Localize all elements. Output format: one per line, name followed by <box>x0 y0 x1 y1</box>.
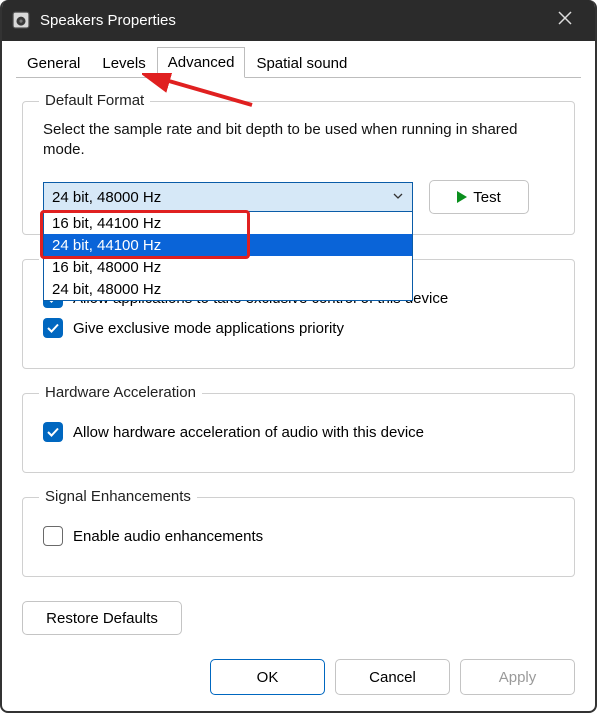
exclusive-priority-row[interactable]: Give exclusive mode applications priorit… <box>43 318 554 338</box>
signal-enhancements-legend: Signal Enhancements <box>39 488 197 505</box>
test-button-label: Test <box>473 189 501 206</box>
chevron-down-icon <box>392 189 404 206</box>
tab-general[interactable]: General <box>16 48 91 78</box>
default-format-group: Default Format Select the sample rate an… <box>22 101 575 236</box>
speakers-properties-window: Speakers Properties General Levels Advan… <box>0 0 597 713</box>
allow-hw-accel-checkbox[interactable] <box>43 422 63 442</box>
speaker-icon <box>12 11 30 29</box>
default-format-legend: Default Format <box>39 92 150 109</box>
format-option-0[interactable]: 16 bit, 44100 Hz <box>44 212 412 234</box>
format-select-value: 24 bit, 48000 Hz <box>52 189 161 206</box>
dialog-footer: OK Cancel Apply <box>2 649 595 711</box>
test-button[interactable]: Test <box>429 180 529 214</box>
allow-hw-accel-label: Allow hardware acceleration of audio wit… <box>73 424 424 441</box>
hardware-acceleration-legend: Hardware Acceleration <box>39 384 202 401</box>
default-format-description: Select the sample rate and bit depth to … <box>43 120 554 161</box>
tab-levels[interactable]: Levels <box>91 48 156 78</box>
hardware-acceleration-group: Hardware Acceleration Allow hardware acc… <box>22 393 575 473</box>
allow-hw-accel-row[interactable]: Allow hardware acceleration of audio wit… <box>43 422 554 442</box>
tab-advanced[interactable]: Advanced <box>157 47 246 78</box>
restore-defaults-label: Restore Defaults <box>46 610 158 627</box>
tab-spatial-sound[interactable]: Spatial sound <box>245 48 358 78</box>
format-select[interactable]: 24 bit, 48000 Hz 16 bit, 44100 Hz 24 bit… <box>43 182 413 212</box>
ok-label: OK <box>257 669 279 686</box>
check-icon <box>46 321 60 335</box>
signal-enhancements-group: Signal Enhancements Enable audio enhance… <box>22 497 575 577</box>
exclusive-priority-checkbox[interactable] <box>43 318 63 338</box>
format-option-1[interactable]: 24 bit, 44100 Hz <box>44 234 412 256</box>
format-dropdown: 16 bit, 44100 Hz 24 bit, 44100 Hz 16 bit… <box>43 212 413 301</box>
titlebar: Speakers Properties <box>2 0 595 41</box>
close-button[interactable] <box>545 10 585 31</box>
play-icon <box>457 191 467 203</box>
apply-label: Apply <box>499 669 537 686</box>
cancel-button[interactable]: Cancel <box>335 659 450 695</box>
exclusive-priority-label: Give exclusive mode applications priorit… <box>73 320 344 337</box>
close-icon <box>557 10 573 26</box>
enable-enhancements-label: Enable audio enhancements <box>73 528 263 545</box>
check-icon <box>46 425 60 439</box>
window-title: Speakers Properties <box>40 12 545 29</box>
enable-enhancements-checkbox[interactable] <box>43 526 63 546</box>
restore-defaults-button[interactable]: Restore Defaults <box>22 601 182 635</box>
enable-enhancements-row[interactable]: Enable audio enhancements <box>43 526 554 546</box>
cancel-label: Cancel <box>369 669 416 686</box>
format-select-display[interactable]: 24 bit, 48000 Hz <box>43 182 413 212</box>
format-option-2[interactable]: 16 bit, 48000 Hz <box>44 256 412 278</box>
tab-content: Default Format Select the sample rate an… <box>2 79 595 650</box>
apply-button: Apply <box>460 659 575 695</box>
ok-button[interactable]: OK <box>210 659 325 695</box>
format-option-3[interactable]: 24 bit, 48000 Hz <box>44 278 412 300</box>
tab-bar: General Levels Advanced Spatial sound <box>2 41 595 79</box>
